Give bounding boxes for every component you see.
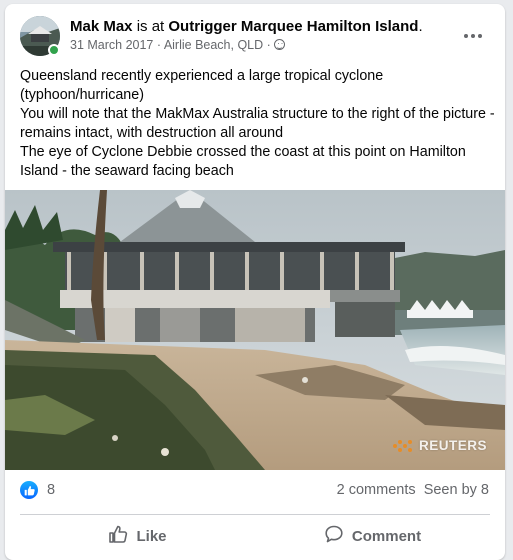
more-options-icon[interactable] — [457, 20, 489, 52]
like-label: Like — [136, 527, 167, 545]
post-location[interactable]: Airlie Beach, QLD — [164, 38, 263, 52]
engagement-summary: 2 comments Seen by 8 — [337, 482, 489, 498]
meta-separator: · — [263, 38, 275, 52]
divider — [20, 514, 490, 515]
like-reaction-icon[interactable] — [20, 481, 38, 499]
online-status-indicator — [48, 44, 60, 56]
author-name[interactable]: Mak Max — [70, 18, 133, 35]
author-line: Mak Max is at Outrigger Marquee Hamilton… — [70, 18, 423, 35]
comment-button[interactable]: Comment — [255, 517, 490, 555]
comments-count[interactable]: 2 comments — [337, 482, 416, 498]
post-card: Mak Max is at Outrigger Marquee Hamilton… — [5, 4, 505, 560]
post-text-line: The eye of Cyclone Debbie crossed the co… — [20, 144, 466, 179]
post-text-line: You will note that the MakMax Australia … — [20, 106, 495, 141]
post-photo[interactable]: REUTERS — [5, 190, 505, 470]
seen-by-count[interactable]: Seen by 8 — [424, 482, 489, 498]
reuters-logo-icon — [392, 439, 415, 453]
meta-separator: · — [153, 38, 164, 52]
like-button[interactable]: Like — [20, 517, 255, 555]
post-text: Queensland recently experienced a large … — [20, 67, 498, 181]
like-count[interactable]: 8 — [47, 482, 55, 498]
watermark-text: REUTERS — [418, 438, 487, 453]
thumbs-up-icon — [108, 524, 128, 548]
globe-icon[interactable] — [274, 39, 286, 50]
post-meta: 31 March 2017 · Airlie Beach, QLD · — [70, 38, 286, 52]
reuters-watermark: REUTERS — [392, 438, 487, 453]
checkin-suffix: . — [418, 18, 423, 35]
post-date[interactable]: 31 March 2017 — [70, 38, 153, 52]
action-bar: Like Comment — [20, 517, 490, 555]
checkin-connector: is at — [132, 18, 169, 35]
post-text-line: Queensland recently experienced a large … — [20, 68, 384, 103]
checkin-place[interactable]: Outrigger Marquee Hamilton Island — [168, 18, 418, 35]
comment-label: Comment — [351, 527, 422, 545]
post-header: Mak Max is at Outrigger Marquee Hamilton… — [20, 16, 495, 58]
post-stats: 8 2 comments Seen by 8 — [20, 481, 489, 503]
comment-icon — [324, 524, 344, 548]
